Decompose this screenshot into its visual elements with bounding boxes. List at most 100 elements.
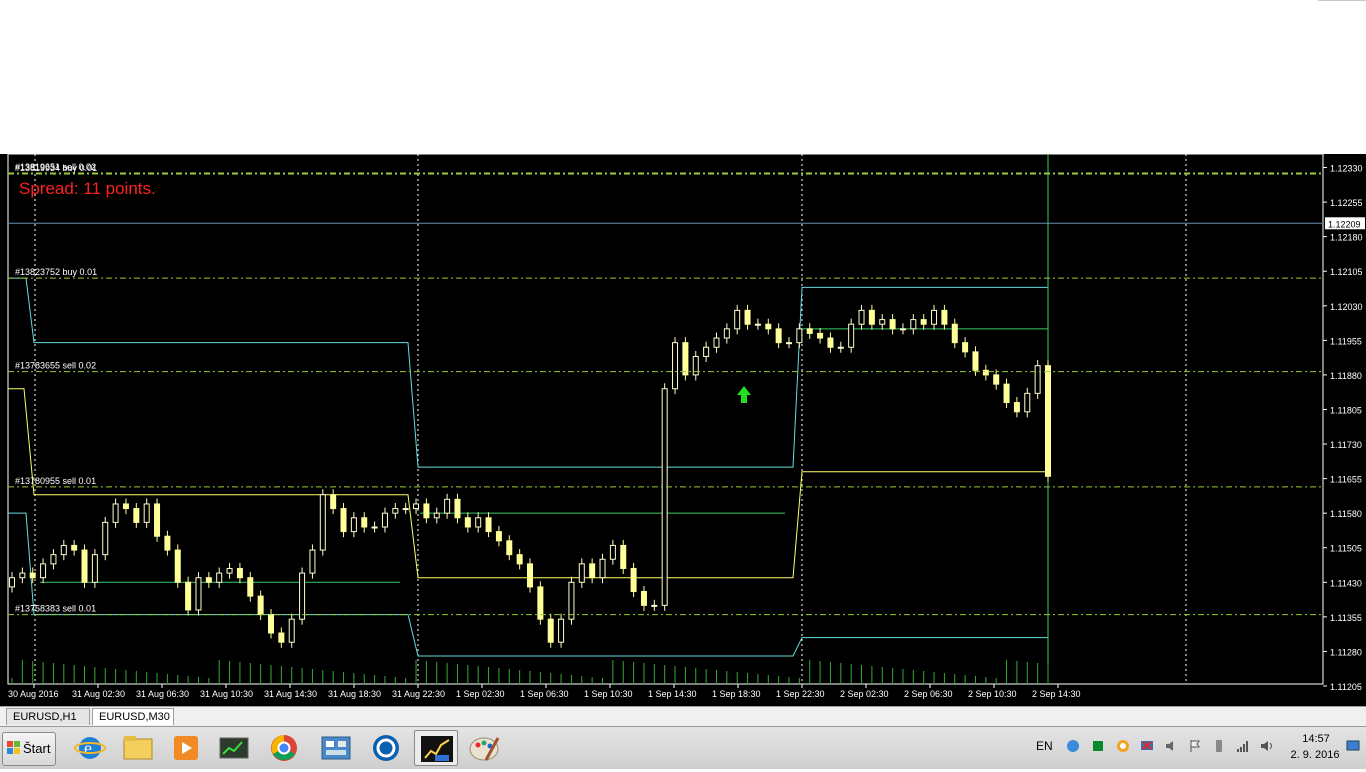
chrome-icon[interactable] — [262, 730, 306, 766]
show-desktop-icon[interactable] — [1346, 739, 1360, 753]
candle-body — [640, 591, 647, 606]
candle-body — [837, 346, 844, 349]
price-tick-label: 1.11955 — [1330, 336, 1362, 346]
network-globe-icon[interactable] — [1066, 739, 1080, 753]
candle-body — [40, 563, 47, 579]
upper-channel-line — [8, 277, 1048, 468]
candle-body — [205, 577, 212, 583]
green-square-icon[interactable] — [1091, 739, 1105, 753]
spread-label: Spread: 11 points. — [19, 179, 156, 198]
start-label: Štart — [23, 741, 51, 756]
candle-body — [848, 323, 855, 348]
candle-body — [433, 512, 440, 519]
candle-body — [527, 563, 533, 588]
time-tick-label: 1 Sep 22:30 — [776, 689, 825, 699]
time-tick-label: 2 Sep 02:30 — [840, 689, 889, 699]
candle-body — [817, 332, 824, 339]
price-tick-label: 1.11580 — [1330, 509, 1362, 519]
candle-body — [827, 337, 834, 348]
candle-body — [143, 503, 150, 523]
chart-canvas[interactable]: #13819651 sell 0.02#13819934 buy 0.01#13… — [0, 154, 1366, 706]
language-indicator[interactable]: EN — [1036, 739, 1053, 753]
order-label: #13758383 sell 0.01 — [15, 604, 96, 614]
price-tick-label: 1.12330 — [1330, 164, 1363, 174]
candle-body — [309, 549, 316, 574]
candle-body — [340, 508, 347, 533]
windows-taskbar: Štart e EN 14:57 2. 9. 2016 — [0, 726, 1366, 769]
clock-time[interactable]: 14:57 — [1296, 733, 1336, 745]
usb-device-icon[interactable] — [1212, 739, 1226, 753]
volume-icon[interactable] — [1260, 739, 1274, 753]
candle-body — [464, 517, 471, 528]
windows-logo-icon — [7, 741, 20, 754]
media-player-icon[interactable] — [164, 730, 208, 766]
candle-body — [568, 581, 575, 620]
candle-body — [775, 328, 782, 344]
candle-body — [1024, 392, 1031, 413]
candle-body — [216, 572, 223, 583]
candle-body — [941, 309, 948, 325]
candle-body — [899, 328, 906, 331]
tab-eurusd-m30[interactable]: EURUSD,M30 — [92, 708, 174, 725]
orange-circle-icon[interactable] — [1116, 739, 1130, 753]
candle-body — [879, 319, 886, 325]
candle-body — [268, 614, 274, 634]
candle-body — [122, 503, 129, 510]
time-tick-label: 1 Sep 18:30 — [712, 689, 761, 699]
speaker-icon[interactable] — [1164, 739, 1178, 753]
candle-body — [1003, 383, 1010, 404]
candle-body — [371, 526, 378, 529]
time-tick-label: 31 Aug 02:30 — [72, 689, 125, 699]
candle-body — [661, 388, 668, 606]
start-button[interactable]: Štart — [2, 732, 56, 766]
candle-body — [91, 554, 98, 583]
price-tick-label: 1.11430 — [1330, 578, 1362, 588]
signal-strength-icon[interactable] — [1236, 739, 1250, 753]
candle-body — [423, 503, 430, 519]
middle-channel-line — [8, 388, 1048, 579]
price-chart[interactable]: #13819651 sell 0.02 #13819934 buy 0.01 #13… — [0, 154, 1366, 706]
candle-body — [609, 544, 616, 560]
candle-body — [154, 503, 161, 537]
candle-body — [350, 517, 357, 533]
time-tick-label: 1 Sep 02:30 — [456, 689, 505, 699]
candle-body — [1013, 402, 1020, 413]
metatrader-icon[interactable] — [414, 730, 458, 766]
paint-icon[interactable] — [462, 730, 506, 766]
svg-text:e: e — [84, 738, 92, 758]
teamviewer-icon[interactable] — [364, 730, 408, 766]
current-price-label: 1.12209 — [1328, 219, 1361, 229]
time-tick-label: 31 Aug 22:30 — [392, 689, 445, 699]
candle-body — [858, 309, 865, 325]
candle-body — [50, 554, 57, 565]
clock-date[interactable]: 2. 9. 2016 — [1287, 749, 1343, 761]
action-center-flag-icon[interactable] — [1188, 739, 1202, 753]
candle-body — [413, 503, 420, 510]
price-tick-label: 1.11730 — [1330, 440, 1362, 450]
candle-body — [754, 323, 761, 326]
file-explorer-icon[interactable] — [116, 730, 160, 766]
tab-eurusd-h1[interactable]: EURUSD,H1 — [6, 708, 90, 725]
candle-body — [630, 567, 637, 593]
candle-body — [734, 309, 741, 330]
display-alert-icon[interactable] — [1140, 739, 1154, 753]
order-label: #13783655 sell 0.02 — [15, 361, 96, 371]
terminal-chart-icon[interactable] — [212, 730, 256, 766]
candle-body — [9, 577, 15, 588]
candle-body — [257, 595, 264, 616]
price-tick-label: 1.11355 — [1330, 613, 1362, 623]
price-tick-label: 1.12030 — [1330, 302, 1363, 312]
time-tick-label: 2 Sep 14:30 — [1032, 689, 1081, 699]
price-tick-label: 1.11205 — [1330, 682, 1362, 692]
candle-body — [185, 581, 192, 611]
control-panel-icon[interactable] — [314, 730, 358, 766]
candle-body — [60, 544, 67, 556]
time-tick-label: 30 Aug 2016 — [8, 689, 59, 699]
top-divider — [1318, 0, 1366, 1]
candle-body — [796, 328, 803, 344]
internet-explorer-icon[interactable]: e — [68, 730, 112, 766]
candle-body — [361, 517, 368, 528]
candle-body — [29, 572, 36, 579]
candle-body — [547, 618, 554, 643]
candle-body — [102, 521, 109, 556]
